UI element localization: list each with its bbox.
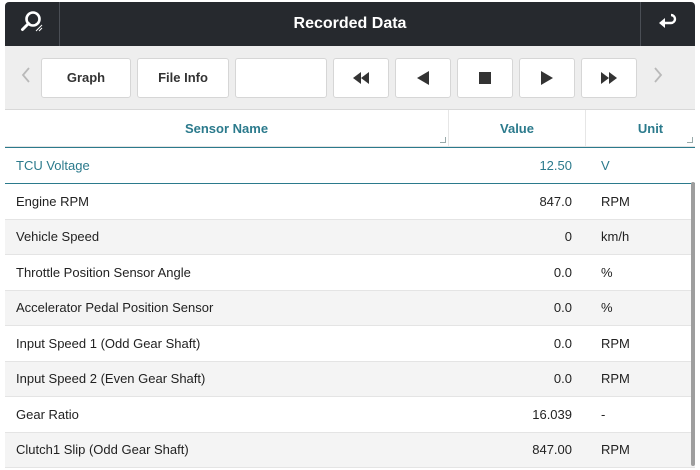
column-header-unit-label: Unit <box>637 120 664 136</box>
file-info-button-label: File Info <box>158 70 208 85</box>
table-row[interactable]: Accelerator Pedal Position Sensor 0.0% <box>5 290 695 326</box>
table-row[interactable]: Engine RPM 847.0 RPM <box>5 184 695 220</box>
resize-handle-icon[interactable] <box>440 137 446 143</box>
fast-forward-button[interactable] <box>581 57 637 98</box>
search-icon <box>19 9 45 40</box>
table-row[interactable]: TCU Voltage 12.50 V <box>5 147 695 184</box>
stop-button[interactable] <box>457 57 513 98</box>
unit-cell: RPM <box>601 442 630 458</box>
value-cell: 0.0 <box>553 300 572 316</box>
unit-cell: RPM <box>601 335 630 351</box>
value-cell: 16.039 <box>532 406 572 422</box>
graph-button[interactable]: Graph <box>41 57 131 98</box>
unit-cell: % <box>601 264 613 280</box>
sensor-name-cell: Clutch1 Slip (Odd Gear Shaft) <box>16 442 189 458</box>
file-info-button[interactable]: File Info <box>137 57 229 98</box>
column-header-value[interactable]: Value <box>449 110 586 146</box>
scroll-left-button[interactable] <box>11 58 41 98</box>
table-row[interactable]: Vehicle Speed 0 km/h <box>5 219 695 255</box>
fast-forward-icon <box>599 71 619 84</box>
unit-cell: km/h <box>601 229 630 245</box>
sensor-name-cell: Vehicle Speed <box>16 229 100 245</box>
search-button[interactable] <box>5 2 60 46</box>
play-icon <box>540 70 554 85</box>
table-row[interactable]: Gear Ratio 16.039 - <box>5 397 695 433</box>
sensor-name-cell: Input Speed 1 (Odd Gear Shaft) <box>16 335 201 351</box>
unit-cell: - <box>601 406 606 422</box>
value-cell: 12.50 <box>539 158 572 173</box>
table-row[interactable]: Clutch1 Slip (Odd Gear Shaft) 847.00 RPM <box>5 432 695 468</box>
column-header-unit[interactable]: Unit <box>586 110 695 146</box>
resize-handle-icon[interactable] <box>687 137 693 143</box>
sensor-name-cell: Throttle Position Sensor Angle <box>16 264 191 280</box>
scroll-right-button[interactable] <box>643 58 673 98</box>
value-cell: 0.0 <box>553 264 572 280</box>
step-back-icon <box>416 70 430 85</box>
unit-cell: RPM <box>601 193 630 209</box>
value-cell: 847.0 <box>539 193 572 209</box>
rewind-icon <box>351 71 371 84</box>
toolbar: Graph File Info <box>5 46 695 110</box>
sensor-name-cell: Engine RPM <box>16 193 89 209</box>
sensor-name-cell: Accelerator Pedal Position Sensor <box>16 300 214 316</box>
value-cell: 0 <box>564 229 572 245</box>
unit-cell: % <box>601 300 613 316</box>
column-header-sensor-name[interactable]: Sensor Name <box>5 110 449 146</box>
sensor-name-cell: Input Speed 2 (Even Gear Shaft) <box>16 371 206 387</box>
chevron-right-icon <box>652 66 664 90</box>
table-row[interactable]: Throttle Position Sensor Angle 0.0% <box>5 255 695 291</box>
rewind-button[interactable] <box>333 57 389 98</box>
sensor-name-cell: Gear Ratio <box>16 406 79 422</box>
graph-button-label: Graph <box>66 70 106 85</box>
title-bar: Recorded Data <box>5 2 695 46</box>
step-back-button[interactable] <box>395 57 451 98</box>
value-cell: 847.00 <box>532 442 572 458</box>
back-arrow-icon <box>657 11 679 38</box>
column-header-sensor-name-label: Sensor Name <box>184 120 269 136</box>
scrollbar[interactable] <box>691 182 695 466</box>
play-button[interactable] <box>519 57 575 98</box>
table-row[interactable]: Input Speed 1 (Odd Gear Shaft) 0.0 RPM <box>5 326 695 362</box>
value-cell: 0.0 <box>553 371 572 387</box>
column-header-value-label: Value <box>500 120 534 136</box>
table-header: Sensor Name Value Unit <box>5 110 695 147</box>
recorded-data-window: Recorded Data Graph File Info Sensor Nam… <box>5 2 695 468</box>
chevron-left-icon <box>20 66 32 90</box>
sensor-table-body: TCU Voltage 12.50 V Engine RPM 847.0 RPM Vehic… <box>5 147 695 468</box>
unit-cell: V <box>601 158 610 173</box>
value-cell: 0.0 <box>553 335 572 351</box>
back-button[interactable] <box>639 2 695 46</box>
unit-cell: RPM <box>601 371 630 387</box>
blank-button[interactable] <box>235 57 327 98</box>
stop-icon <box>479 71 491 84</box>
sensor-name-cell: TCU Voltage <box>16 158 90 173</box>
table-row[interactable]: Input Speed 2 (Even Gear Shaft) 0.0 RPM <box>5 361 695 397</box>
page-title: Recorded Data <box>293 15 407 32</box>
